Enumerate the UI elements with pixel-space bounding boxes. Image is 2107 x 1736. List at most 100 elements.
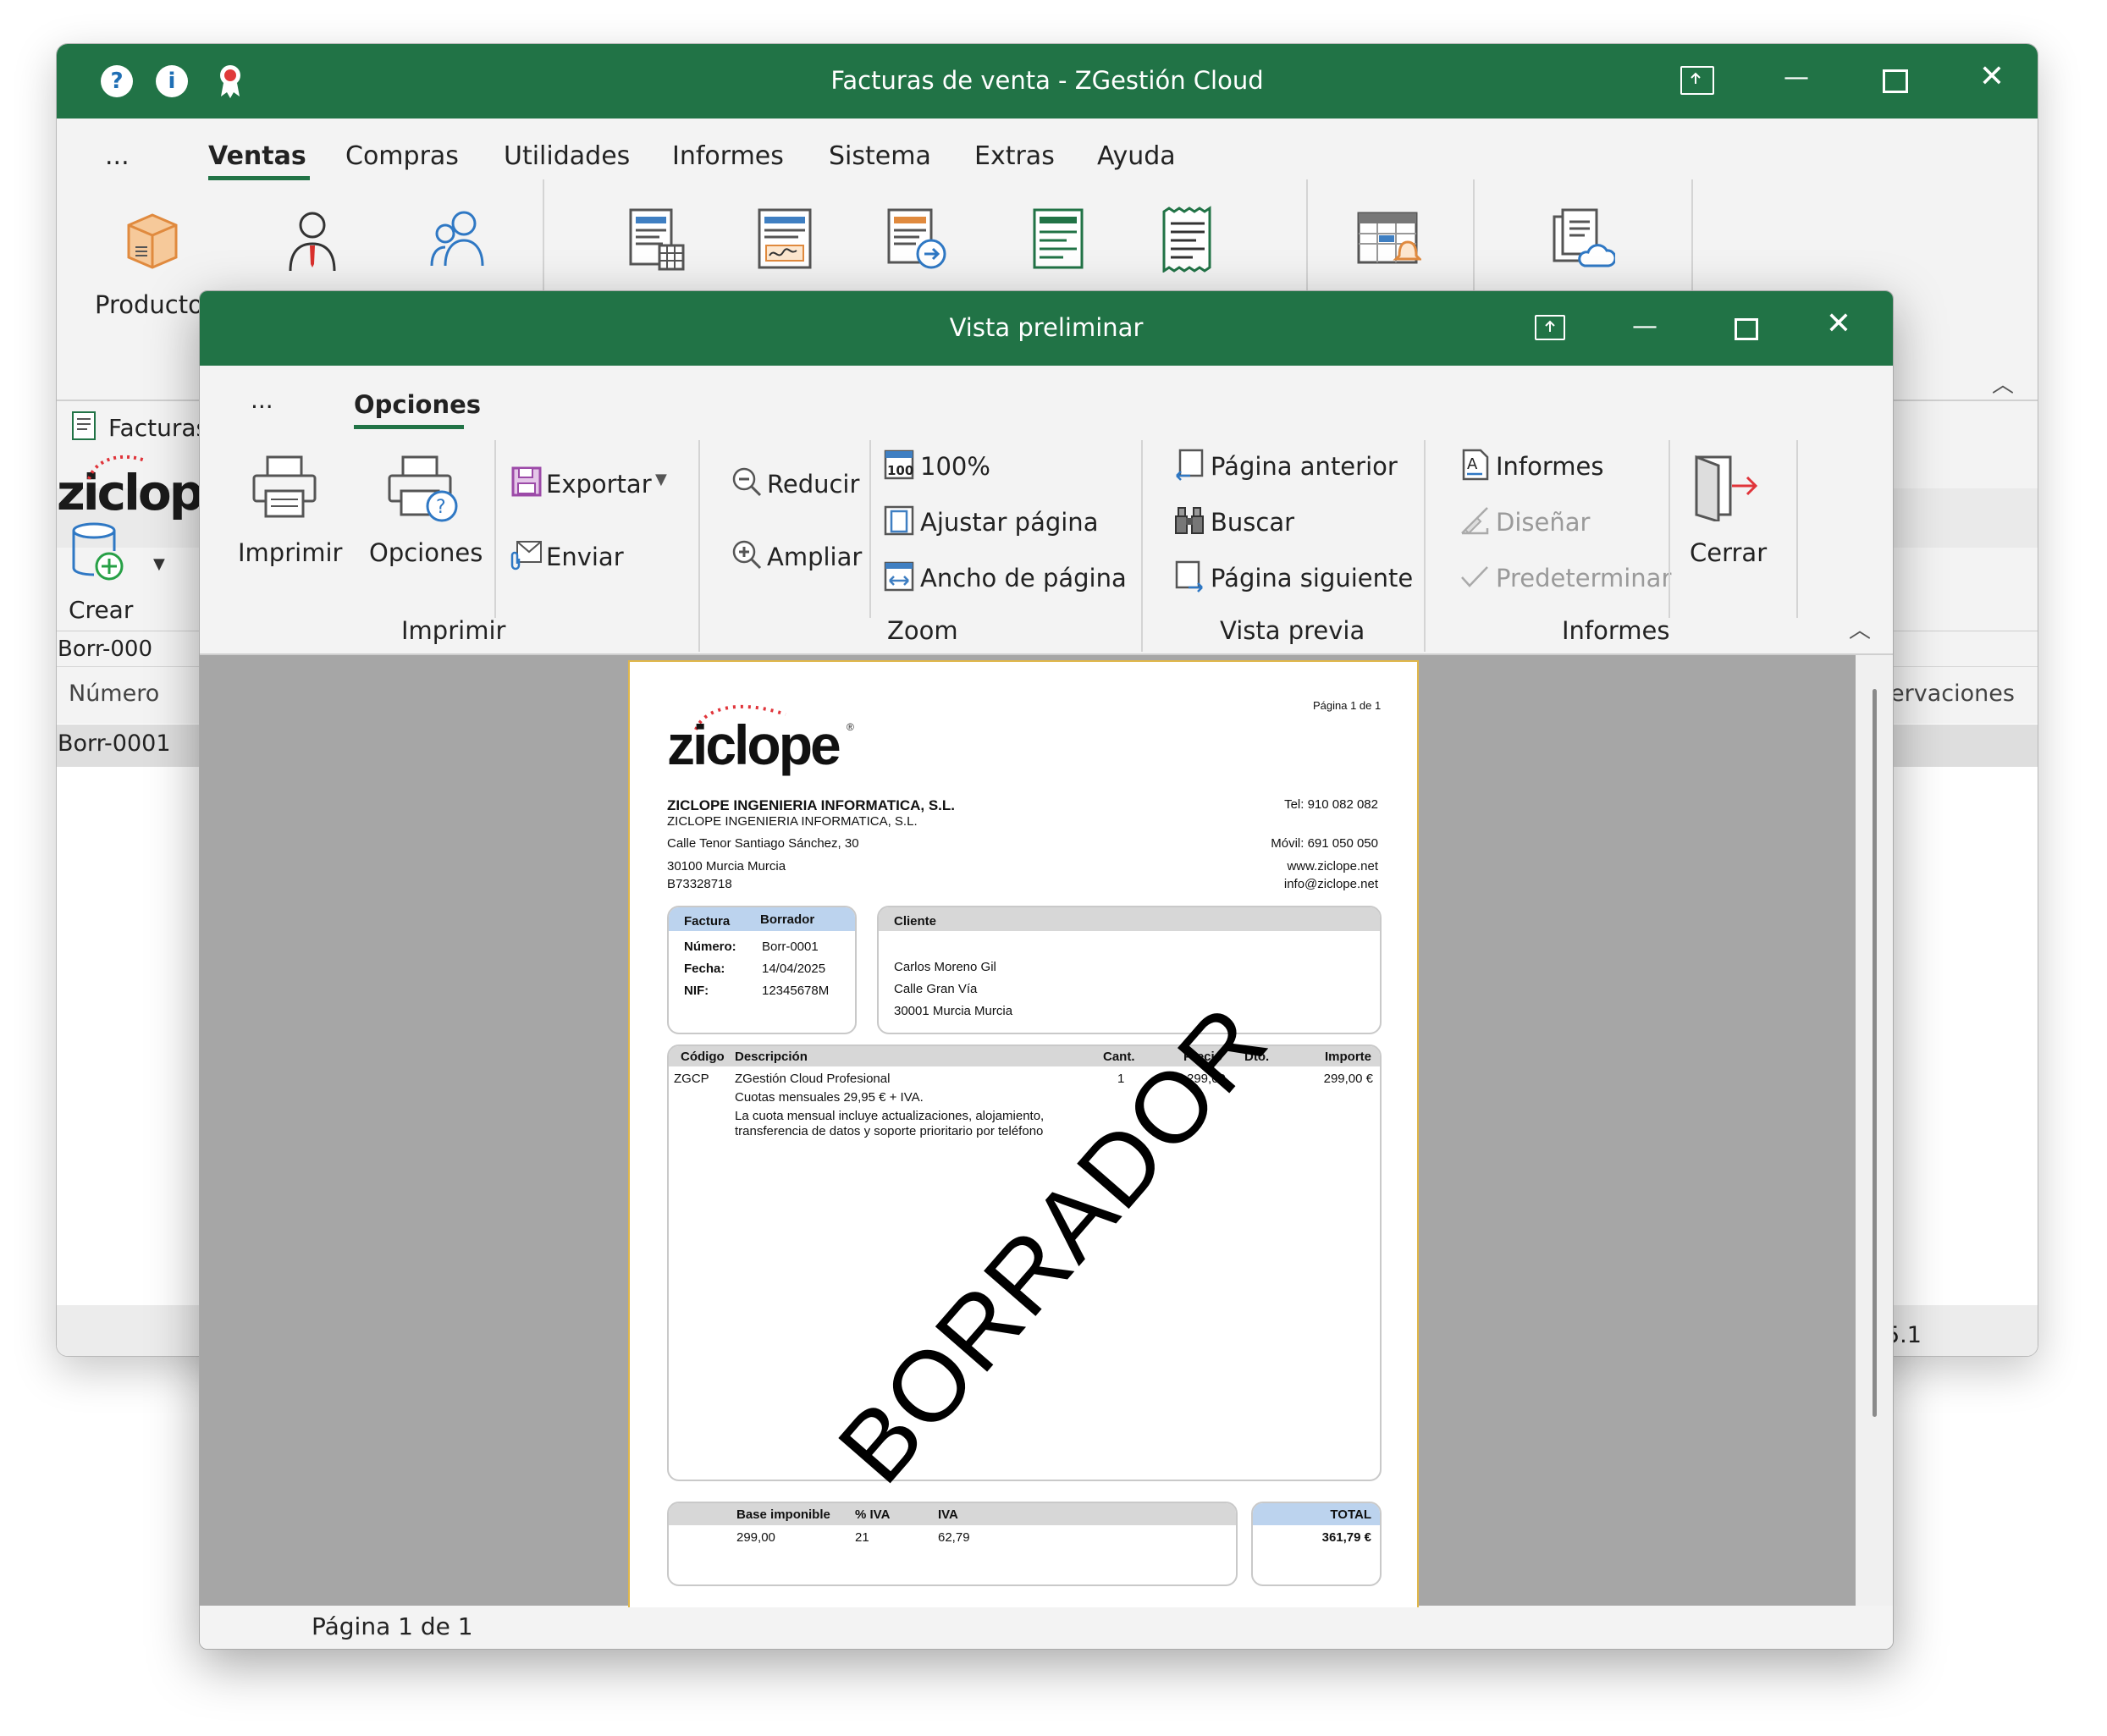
previous-page-icon[interactable]: [1173, 449, 1205, 481]
dialog-menu-more[interactable]: ...: [251, 386, 273, 414]
total-value: 361,79 €: [1321, 1530, 1371, 1545]
line-desc2: Cuotas mensuales 29,95 € + IVA.: [735, 1090, 924, 1105]
ribbon-separator: [698, 440, 700, 652]
doc-tab-facturas[interactable]: Facturas: [108, 414, 208, 442]
reduce-button-label[interactable]: Reducir: [767, 470, 859, 499]
scrollbar-thumb[interactable]: [1873, 689, 1877, 1417]
report-icon[interactable]: A: [1459, 449, 1491, 481]
line-amount: 299,00 €: [1323, 1072, 1373, 1086]
reports-button-label[interactable]: Informes: [1496, 452, 1604, 481]
line-desc3: La cuota mensual incluye actualizaciones…: [735, 1109, 1045, 1123]
create-db-icon[interactable]: [70, 522, 124, 581]
column-header-observations[interactable]: ervaciones: [1890, 681, 2015, 707]
tab-extras[interactable]: Extras: [974, 141, 1055, 171]
invoice-nif-label: NIF:: [684, 984, 709, 998]
contacts-icon[interactable]: [425, 205, 493, 273]
dialog-close-button[interactable]: ✕: [1817, 306, 1860, 341]
delivery-note-icon[interactable]: [1024, 205, 1092, 273]
collapse-ribbon-icon[interactable]: ︿: [1992, 367, 2014, 399]
page-width-icon[interactable]: [883, 560, 915, 592]
totals-box: Base imponible % IVA IVA 299,00 21 62,79: [667, 1502, 1238, 1586]
company-address1: Calle Tenor Santiago Sánchez, 30: [667, 836, 859, 851]
next-page-icon[interactable]: [1173, 560, 1205, 592]
active-tab-indicator: [208, 176, 310, 180]
send-button-label[interactable]: Enviar: [546, 543, 624, 571]
printer-icon[interactable]: [251, 452, 318, 520]
export-button-label[interactable]: Exportar: [546, 470, 652, 499]
cloud-documents-icon[interactable]: [1547, 205, 1617, 273]
customer-icon[interactable]: [279, 205, 346, 273]
tab-ayuda[interactable]: Ayuda: [1097, 141, 1176, 171]
zoom-100-icon[interactable]: 100: [883, 449, 915, 481]
total-label: TOTAL: [1330, 1507, 1371, 1522]
search-button-label[interactable]: Buscar: [1211, 508, 1294, 537]
design-icon: [1459, 504, 1491, 537]
client-city: 30001 Murcia Murcia: [894, 1004, 1013, 1018]
invoice-nif: 12345678M: [762, 984, 830, 998]
collapse-ribbon-icon[interactable]: ︿: [1849, 613, 1871, 644]
exit-door-icon[interactable]: [1690, 450, 1761, 524]
previous-page-label[interactable]: Página anterior: [1211, 452, 1398, 481]
close-preview-label[interactable]: Cerrar: [1690, 538, 1767, 567]
invoice-sign-icon[interactable]: [751, 205, 819, 273]
col-description: Descripción: [735, 1050, 808, 1064]
products-label[interactable]: Productos: [95, 290, 216, 319]
tab-utilidades[interactable]: Utilidades: [504, 141, 630, 171]
create-label[interactable]: Crear: [69, 596, 133, 624]
tab-opciones[interactable]: Opciones: [354, 390, 481, 419]
invoice-send-icon[interactable]: [882, 205, 950, 273]
enlarge-button-label[interactable]: Ampliar: [767, 543, 862, 571]
invoice-page: Página 1 de 1 ziclope ® ZICLOPE INGENIER…: [628, 660, 1419, 1607]
invoice-list-icon[interactable]: [622, 205, 690, 273]
col-qty: Cant.: [1103, 1050, 1135, 1064]
zoom-100-label[interactable]: 100%: [920, 452, 990, 481]
svg-text:A: A: [1467, 455, 1478, 473]
binoculars-icon[interactable]: [1173, 504, 1205, 537]
restore-down-icon[interactable]: [1535, 315, 1565, 340]
fit-page-icon[interactable]: [883, 504, 915, 537]
client-box: Cliente Carlos Moreno Gil Calle Gran Vía…: [877, 906, 1382, 1034]
default-button-label: Predeterminar: [1496, 564, 1672, 592]
tab-informes[interactable]: Informes: [672, 141, 784, 171]
row-number-cell[interactable]: Borr-0001: [58, 730, 171, 757]
fit-page-label[interactable]: Ajustar página: [920, 508, 1098, 537]
invoice-number-label: Número:: [684, 940, 736, 954]
invoice-logo-text: ziclope: [667, 714, 841, 776]
group-label-preview: Vista previa: [1220, 616, 1365, 645]
dialog-minimize-button[interactable]: —: [1624, 311, 1666, 341]
zoom-out-icon[interactable]: [731, 466, 763, 498]
page-width-label[interactable]: Ancho de página: [920, 564, 1127, 592]
company-email: info@ziclope.net: [1283, 877, 1378, 891]
vertical-scrollbar[interactable]: [1856, 655, 1893, 1606]
send-mail-icon[interactable]: [510, 538, 543, 570]
print-options-icon[interactable]: ?: [386, 452, 462, 525]
products-box-icon[interactable]: [119, 205, 186, 273]
restore-down-icon[interactable]: [1680, 66, 1714, 95]
maximize-button[interactable]: [1883, 69, 1908, 93]
tab-ventas[interactable]: Ventas: [208, 141, 306, 171]
minimize-button[interactable]: —: [1775, 63, 1817, 92]
checkmark-icon: [1459, 560, 1491, 592]
zoom-in-icon[interactable]: [731, 538, 763, 570]
menu-more[interactable]: ...: [105, 141, 130, 171]
calendar-alert-icon[interactable]: [1354, 205, 1423, 273]
dialog-title-bar: Vista preliminar — ✕: [200, 291, 1893, 366]
base-value: 299,00: [736, 1530, 775, 1545]
options-button-label[interactable]: Opciones: [369, 538, 483, 567]
client-street: Calle Gran Vía: [894, 982, 978, 996]
group-label-zoom: Zoom: [887, 616, 958, 645]
tab-sistema[interactable]: Sistema: [829, 141, 931, 171]
print-button-label[interactable]: Imprimir: [238, 538, 342, 567]
dialog-maximize-button[interactable]: [1735, 318, 1758, 340]
export-disk-icon[interactable]: [510, 466, 543, 498]
next-page-label[interactable]: Página siguiente: [1211, 564, 1413, 592]
client-header: Cliente: [894, 914, 937, 929]
column-header-number[interactable]: Número: [69, 681, 159, 707]
tab-compras[interactable]: Compras: [345, 141, 459, 171]
close-button[interactable]: ✕: [1971, 59, 2013, 94]
group-label-reports: Informes: [1562, 616, 1670, 645]
receipt-icon[interactable]: [1154, 205, 1222, 273]
vat-value: 62,79: [938, 1530, 970, 1545]
export-dropdown-icon[interactable]: ▼: [655, 471, 667, 488]
create-dropdown-icon[interactable]: ▼: [153, 555, 165, 573]
